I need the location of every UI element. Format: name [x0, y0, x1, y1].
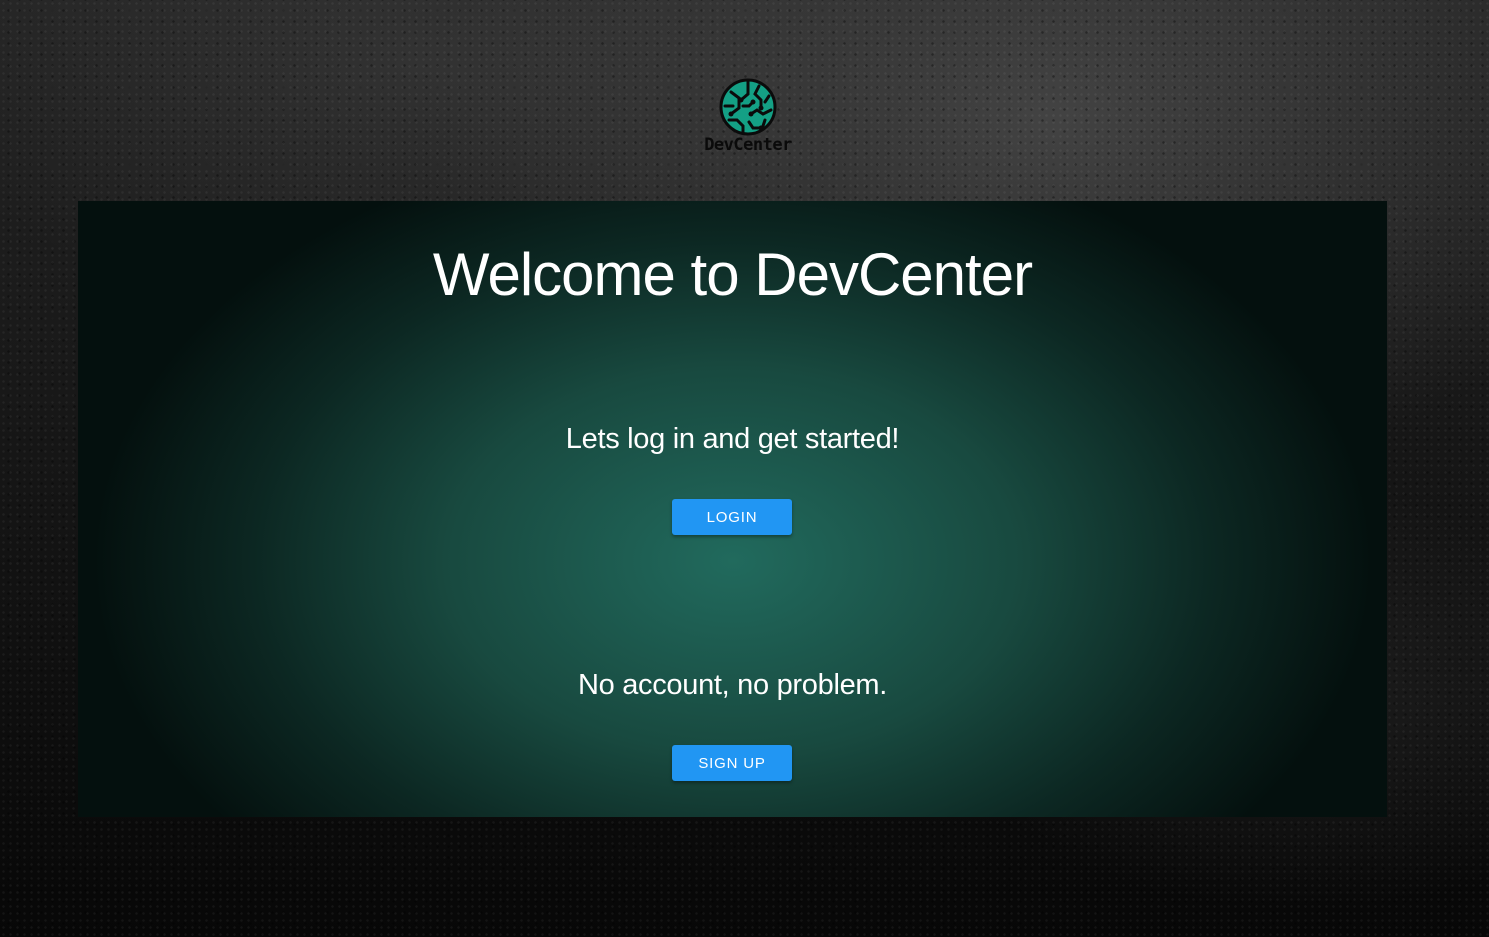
login-button[interactable]: LOGIN: [672, 499, 792, 535]
circuit-globe-icon: [719, 78, 777, 136]
sign-up-button[interactable]: SIGN UP: [672, 745, 792, 781]
signup-prompt: No account, no problem.: [577, 669, 888, 701]
logo-wordmark: DevCenter: [704, 135, 792, 155]
welcome-panel: Welcome to DevCenter Lets log in and get…: [78, 201, 1387, 817]
login-prompt: Lets log in and get started!: [565, 423, 900, 455]
devcenter-logo: DevCenter: [701, 78, 795, 158]
page-title: Welcome to DevCenter: [432, 241, 1033, 308]
